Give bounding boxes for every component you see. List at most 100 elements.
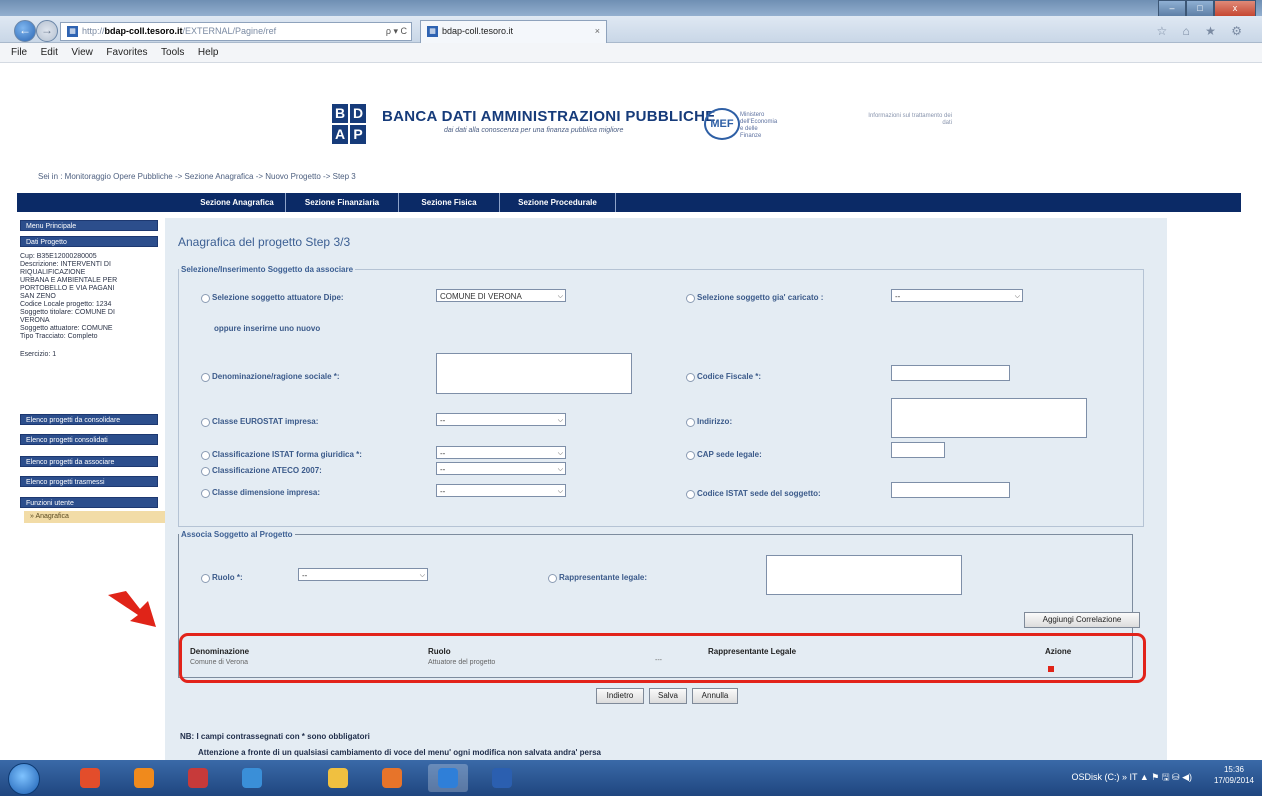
mef-logo-text: Ministero dell'Economia e delle Finanze <box>740 112 778 139</box>
sidebar-link-funzioni-utente[interactable]: Funzioni utente <box>20 497 158 508</box>
menu-help[interactable]: Help <box>198 43 219 62</box>
radio-denominazione[interactable] <box>201 373 210 382</box>
aggiungi-correlazione-button[interactable]: Aggiungi Correlazione <box>1024 612 1140 628</box>
col-header-rappresentante: Rappresentante Legale <box>708 647 797 656</box>
indirizzo-textarea[interactable] <box>891 398 1087 438</box>
radio-eurostat[interactable] <box>201 418 210 427</box>
back-button[interactable]: ← <box>14 20 36 42</box>
select-soggetto-caricato[interactable]: -- ⌵ <box>891 289 1023 302</box>
delete-icon[interactable] <box>1048 666 1054 672</box>
menu-favorites[interactable]: Favorites <box>106 43 147 62</box>
menu-file[interactable]: File <box>11 43 27 62</box>
chevron-down-icon: ⌵ <box>557 488 563 495</box>
indietro-button[interactable]: Indietro <box>596 688 644 704</box>
cap-input[interactable] <box>891 442 945 458</box>
site-title: BANCA DATI AMMINISTRAZIONI PUBBLICHE <box>382 108 716 125</box>
app-swatch <box>134 768 154 788</box>
app-swatch <box>382 768 402 788</box>
select-ruolo[interactable]: -- ⌵ <box>298 568 428 581</box>
sidebar-menu-principale[interactable]: Menu Principale <box>20 220 158 231</box>
radio-indirizzo[interactable] <box>686 418 695 427</box>
radio-ateco[interactable] <box>201 467 210 476</box>
minimize-button[interactable]: – <box>1158 0 1186 17</box>
tab-sezione-procedurale[interactable]: Sezione Procedurale <box>500 193 616 212</box>
select-istat-giuridica[interactable]: -- ⌵ <box>436 446 566 459</box>
label-dimensione: Classe dimensione impresa: <box>212 488 321 497</box>
sidebar-link-da-associare[interactable]: Elenco progetti da associare <box>20 456 158 467</box>
radio-istat-giuridica[interactable] <box>201 451 210 460</box>
select-dimensione[interactable]: -- ⌵ <box>436 484 566 497</box>
cell-denominazione: Comune di Verona <box>190 659 248 666</box>
forward-button[interactable]: → <box>36 20 58 42</box>
sidebar-item-anagrafica[interactable]: » Anagrafica <box>24 511 168 523</box>
taskbar-app-icon[interactable] <box>178 764 218 792</box>
label-denominazione: Denominazione/ragione sociale *: <box>212 372 340 381</box>
menu-bar: File Edit View Favorites Tools Help <box>0 43 1262 63</box>
label-oppure-nuovo: oppure inserirne uno nuovo <box>214 324 321 333</box>
tab-sezione-finanziaria[interactable]: Sezione Finanziaria <box>286 193 399 212</box>
fieldset-legend: Selezione/Inserimento Soggetto da associ… <box>181 265 354 274</box>
label-indirizzo: Indirizzo: <box>697 417 733 426</box>
start-button[interactable] <box>8 763 40 795</box>
maximize-button[interactable]: □ <box>1186 0 1214 17</box>
chevron-down-icon: ⌵ <box>557 450 563 457</box>
clock[interactable]: 15:36 17/09/2014 <box>1214 764 1254 786</box>
sidebar-link-consolidati[interactable]: Elenco progetti consolidati <box>20 434 158 445</box>
app-swatch <box>80 768 100 788</box>
label-attuatore-dipe: Selezione soggetto attuatore Dipe: <box>212 293 344 302</box>
tab-close-icon[interactable]: × <box>595 21 600 42</box>
close-window-button[interactable]: x <box>1214 0 1256 17</box>
taskbar-firefox-icon[interactable] <box>372 764 412 792</box>
radio-ruolo[interactable] <box>201 574 210 583</box>
app-swatch <box>242 768 262 788</box>
taskbar-media-icon[interactable] <box>124 764 164 792</box>
app-swatch <box>438 768 458 788</box>
taskbar-word-icon[interactable] <box>482 764 522 792</box>
sidebar-dati-progetto[interactable]: Dati Progetto <box>20 236 158 247</box>
tab-sezione-fisica[interactable]: Sezione Fisica <box>399 193 500 212</box>
address-toolbar: ← → ▦ http://bdap-coll.tesoro.it/EXTERNAL… <box>0 16 1262 43</box>
search-refresh-icons[interactable]: ρ ▾ C <box>386 23 407 40</box>
col-header-ruolo: Ruolo <box>428 647 451 656</box>
radio-dimensione[interactable] <box>201 489 210 498</box>
menu-view[interactable]: View <box>71 43 93 62</box>
label-istat-sede: Codice ISTAT sede del soggetto: <box>697 489 821 498</box>
menu-edit[interactable]: Edit <box>41 43 58 62</box>
tab-sezione-anagrafica[interactable]: Sezione Anagrafica <box>189 193 286 212</box>
codice-fiscale-input[interactable] <box>891 365 1010 381</box>
select-attuatore-dipe[interactable]: COMUNE DI VERONA ⌵ <box>436 289 566 302</box>
system-tray[interactable]: OSDisk (C:) » IT ▲ ⚑ 🖫 ⛁ ◀) <box>1072 770 1192 786</box>
radio-cap[interactable] <box>686 451 695 460</box>
select-ateco[interactable]: -- ⌵ <box>436 462 566 475</box>
url-input[interactable]: ▦ http://bdap-coll.tesoro.it/EXTERNAL/Pag… <box>60 22 412 41</box>
header-info-link[interactable]: Informazioni sul trattamento dei dati <box>862 113 952 127</box>
rappresentante-textarea[interactable] <box>766 555 962 595</box>
taskbar-ie-icon[interactable] <box>428 764 468 792</box>
radio-soggetto-caricato[interactable] <box>686 294 695 303</box>
radio-attuatore-dipe[interactable] <box>201 294 210 303</box>
taskbar-explorer-icon[interactable] <box>318 764 358 792</box>
istat-sede-input[interactable] <box>891 482 1010 498</box>
sidebar-link-da-consolidare[interactable]: Elenco progetti da consolidare <box>20 414 158 425</box>
radio-rappresentante[interactable] <box>548 574 557 583</box>
label-rappresentante: Rappresentante legale: <box>559 573 648 582</box>
annulla-button[interactable]: Annulla <box>692 688 738 704</box>
correlation-table-highlight <box>179 633 1146 683</box>
cell-rappresentante: --- <box>655 657 662 664</box>
sidebar-link-trasmessi[interactable]: Elenco progetti trasmessi <box>20 476 158 487</box>
radio-istat-sede[interactable] <box>686 490 695 499</box>
salva-button[interactable]: Salva <box>649 688 687 704</box>
denominazione-textarea[interactable] <box>436 353 632 394</box>
taskbar-app2-icon[interactable] <box>232 764 272 792</box>
project-info: Cup: B35E12000280005 Descrizione: INTERV… <box>20 253 118 358</box>
select-eurostat[interactable]: -- ⌵ <box>436 413 566 426</box>
url-scheme: http:// <box>82 26 105 36</box>
browser-toolbar-icons[interactable]: ☆ ⌂ ★ ⚙ <box>1156 24 1248 38</box>
page-title: Anagrafica del progetto Step 3/3 <box>178 235 351 249</box>
browser-tab[interactable]: ▦ bdap-coll.tesoro.it × <box>420 20 607 43</box>
menu-tools[interactable]: Tools <box>161 43 184 62</box>
label-soggetto-caricato: Selezione soggetto gia' caricato : <box>697 293 824 302</box>
radio-codice-fiscale[interactable] <box>686 373 695 382</box>
required-fields-note: NB: I campi contrassegnati con * sono ob… <box>180 732 370 741</box>
taskbar-chrome-icon[interactable] <box>70 764 110 792</box>
